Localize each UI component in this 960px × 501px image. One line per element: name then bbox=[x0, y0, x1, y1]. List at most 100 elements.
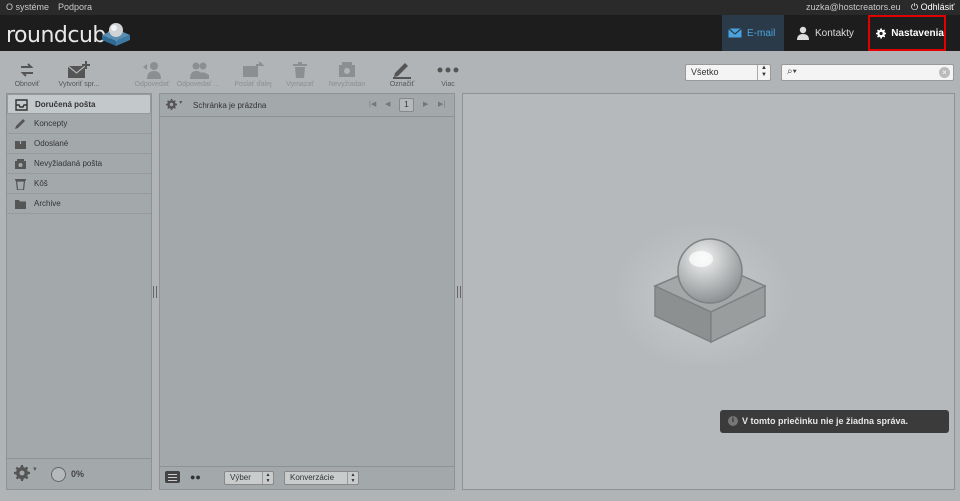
reply-label: Odpovedať bbox=[134, 81, 170, 88]
list-header: ▾ Schránka je prázdna |◀ ◀ 1 ▶ ▶| bbox=[160, 94, 454, 117]
pencil-icon bbox=[15, 119, 25, 129]
chevron-down-icon: ▾ bbox=[33, 466, 37, 473]
folder-panel: Doručená pošta Koncepty Odoslané Nevyžia… bbox=[6, 93, 152, 490]
reply-all-icon bbox=[190, 62, 209, 79]
more-button[interactable]: Viac bbox=[426, 59, 470, 88]
folder-archive[interactable]: Archive bbox=[7, 194, 151, 214]
folder-label: Nevyžiadaná pošta bbox=[34, 159, 103, 168]
selection-select[interactable]: Výber ▲ ▼ bbox=[224, 471, 274, 485]
list-status: Schránka je prázdna bbox=[193, 101, 267, 110]
folder-label: Archive bbox=[34, 199, 61, 208]
page-number[interactable]: 1 bbox=[399, 98, 414, 112]
reply-icon bbox=[143, 62, 161, 79]
about-link[interactable]: O systéme bbox=[6, 2, 49, 12]
updown-arrows-icon: ▲ ▼ bbox=[347, 472, 358, 484]
junk-button[interactable]: Nevyžiadan bbox=[325, 59, 369, 88]
list-footer: ●● Výber ▲ ▼ Konverzácie ▲ ▼ bbox=[160, 466, 454, 489]
list-splitter[interactable] bbox=[457, 286, 461, 298]
updown-arrows-icon: ▲ ▼ bbox=[262, 472, 273, 484]
quota-indicator-icon bbox=[51, 467, 66, 482]
clear-search-icon[interactable]: × bbox=[939, 67, 950, 78]
more-dots-icon bbox=[437, 67, 459, 73]
next-page-icon[interactable]: ▶ bbox=[423, 100, 428, 108]
filter-select[interactable]: Všetko ▲ ▼ bbox=[685, 64, 771, 81]
trash-icon bbox=[293, 62, 307, 78]
mark-button[interactable]: Označiť bbox=[380, 59, 424, 88]
user-email: zuzka@hostcreators.eu bbox=[806, 2, 901, 12]
junk-label: Nevyžiadan bbox=[328, 81, 366, 88]
forward-icon bbox=[243, 62, 264, 77]
folder-options-button[interactable]: ▾ bbox=[14, 465, 37, 484]
folder-icon bbox=[15, 200, 26, 209]
folder-junk[interactable]: Nevyžiadaná pošta bbox=[7, 154, 151, 174]
folder-label: Koncepty bbox=[34, 119, 68, 128]
chevron-down-icon: ▾ bbox=[179, 100, 183, 106]
gear-icon bbox=[876, 27, 887, 39]
sent-icon bbox=[15, 138, 26, 149]
folder-drafts[interactable]: Koncepty bbox=[7, 114, 151, 134]
nav-contacts[interactable]: Kontakty bbox=[790, 15, 860, 51]
support-link[interactable]: Podpora bbox=[58, 2, 92, 12]
more-label: Viac bbox=[441, 81, 455, 88]
selection-label: Výber bbox=[230, 473, 251, 482]
compose-button[interactable]: Vytvoriť spr... bbox=[57, 59, 101, 88]
reply-all-label: Odpovedať ... bbox=[176, 81, 220, 88]
trash-icon bbox=[15, 179, 26, 190]
envelope-icon bbox=[728, 28, 742, 38]
search-box[interactable]: ⌕▾ × bbox=[781, 64, 954, 81]
delete-label: Vymazať bbox=[286, 81, 314, 88]
junk-icon bbox=[339, 62, 355, 77]
reply-all-button[interactable]: Odpovedať ... bbox=[176, 59, 220, 88]
refresh-button[interactable]: Obnoviť bbox=[5, 59, 49, 88]
nav-email[interactable]: E-mail bbox=[722, 15, 784, 51]
delete-button[interactable]: Vymazať bbox=[278, 59, 322, 88]
folder-sent[interactable]: Odoslané bbox=[7, 134, 151, 154]
forward-label: Poslať ďalej bbox=[234, 81, 272, 88]
notice-text: V tomto priečinku nie je žiadna správa. bbox=[742, 416, 909, 426]
first-page-icon[interactable]: |◀ bbox=[369, 100, 376, 108]
filter-selected: Všetko bbox=[691, 67, 719, 77]
person-icon bbox=[797, 26, 809, 40]
mark-label: Označiť bbox=[389, 81, 415, 88]
nav-settings-label: Nastavenia bbox=[891, 27, 944, 39]
folder-label: Odoslané bbox=[34, 139, 69, 148]
roundcube-watermark-icon bbox=[613, 214, 793, 364]
power-icon: ⏻ bbox=[911, 2, 919, 12]
inbox-icon bbox=[15, 99, 28, 111]
info-icon: i bbox=[728, 416, 738, 426]
search-options-icon: ⌕▾ bbox=[787, 66, 797, 77]
nav-settings[interactable]: Nastavenia bbox=[868, 15, 946, 51]
threads-toggle-icon[interactable]: ●● bbox=[190, 472, 201, 482]
folder-splitter[interactable] bbox=[153, 286, 157, 298]
folder-label: Doručená pošta bbox=[35, 100, 96, 109]
empty-folder-notice: i V tomto priečinku nie je žiadna správa… bbox=[720, 410, 949, 433]
pen-mark-icon bbox=[393, 63, 411, 79]
reply-button[interactable]: Odpovedať bbox=[130, 59, 174, 88]
threads-select[interactable]: Konverzácie ▲ ▼ bbox=[284, 471, 359, 485]
junk-icon bbox=[15, 159, 26, 169]
folder-footer: ▾ 0% bbox=[7, 458, 151, 489]
refresh-label: Obnoviť bbox=[14, 81, 40, 88]
refresh-icon bbox=[20, 63, 34, 77]
quota-value: 0% bbox=[71, 469, 85, 479]
main-area: Obnoviť Vytvoriť spr... Odpovedať Odpove… bbox=[0, 51, 960, 501]
threads-label: Konverzácie bbox=[290, 473, 335, 482]
logout-link[interactable]: ⏻ Odhlásiť bbox=[911, 2, 955, 13]
compose-label: Vytvoriť spr... bbox=[58, 81, 100, 88]
forward-button[interactable]: Poslať ďalej bbox=[231, 59, 275, 88]
toolbar: Obnoviť Vytvoriť spr... Odpovedať Odpove… bbox=[0, 51, 960, 94]
logout-label: Odhlásiť bbox=[920, 2, 955, 12]
folder-inbox[interactable]: Doručená pošta bbox=[7, 94, 151, 114]
list-options-button[interactable]: ▾ bbox=[166, 99, 182, 112]
search-input[interactable] bbox=[806, 66, 938, 80]
folder-trash[interactable]: Kôš bbox=[7, 174, 151, 194]
message-list-panel: ▾ Schránka je prázdna |◀ ◀ 1 ▶ ▶| ●● Výb… bbox=[159, 93, 455, 490]
roundcube-logo-icon bbox=[102, 23, 130, 46]
updown-arrows-icon: ▲ ▼ bbox=[757, 65, 770, 80]
list-view-icon[interactable] bbox=[165, 471, 180, 483]
gear-icon bbox=[14, 465, 30, 481]
gear-icon bbox=[166, 99, 177, 110]
prev-page-icon[interactable]: ◀ bbox=[385, 100, 390, 108]
last-page-icon[interactable]: ▶| bbox=[438, 100, 445, 108]
compose-icon bbox=[67, 61, 90, 78]
